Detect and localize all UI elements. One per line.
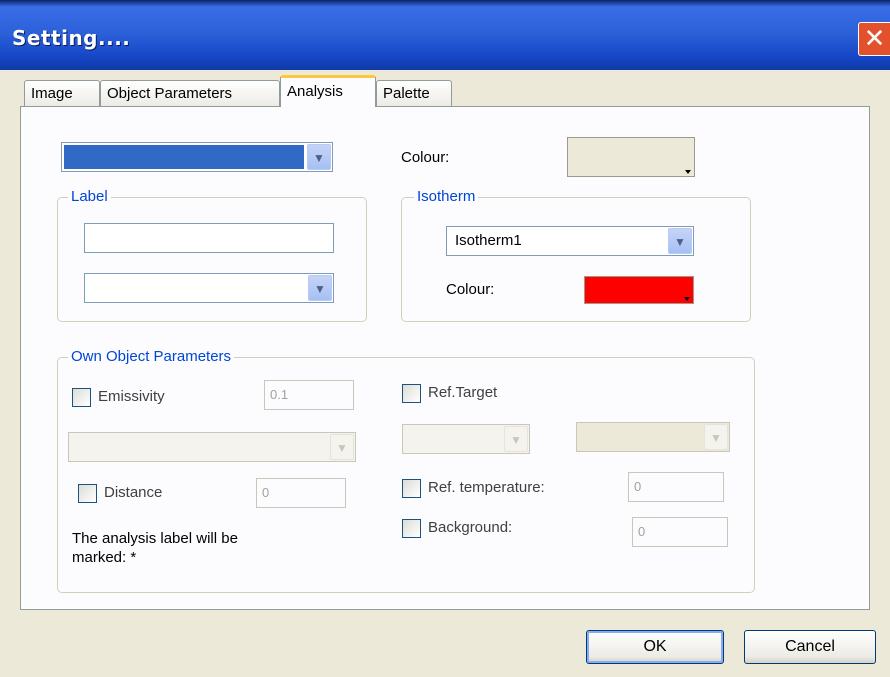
chevron-down-icon: ▼	[308, 275, 332, 301]
tab-image[interactable]: Image	[24, 80, 100, 106]
settings-dialog: Setting.... ✕ Image Object Parameters An…	[0, 0, 890, 677]
emissivity-input[interactable]: 0.1	[264, 380, 354, 410]
dropdown-arrow-icon	[685, 170, 691, 174]
label-group: Label ▼	[57, 188, 367, 322]
chevron-down-icon: ▼	[330, 434, 354, 460]
ref-target-label: Ref.Target	[428, 384, 498, 401]
analysis-panel: ▼ Colour: Label ▼ Isotherm Isotherm1 ▼ C…	[20, 106, 870, 610]
label-group-legend: Label	[68, 188, 111, 206]
analysis-note-line1: The analysis label will be	[72, 530, 238, 547]
distance-checkbox[interactable]	[78, 484, 97, 503]
chevron-down-icon: ▼	[704, 424, 728, 450]
tab-object-parameters[interactable]: Object Parameters	[100, 80, 280, 106]
emissivity-select[interactable]: ▼	[68, 432, 356, 462]
isotherm-colour-label: Colour:	[446, 281, 495, 298]
ref-temperature-value: 0	[634, 479, 642, 494]
colour-picker-button[interactable]	[567, 137, 695, 177]
ok-button[interactable]: OK	[586, 630, 724, 664]
ref-temperature-input[interactable]: 0	[628, 472, 724, 502]
ref-temperature-checkbox[interactable]	[402, 479, 421, 498]
own-params-legend: Own Object Parameters	[68, 348, 235, 366]
background-input[interactable]: 0	[632, 517, 728, 547]
close-icon: ✕	[863, 24, 886, 54]
colour-label: Colour:	[401, 149, 450, 166]
isotherm-group-legend: Isotherm	[414, 188, 479, 206]
ref-target-checkbox[interactable]	[402, 384, 421, 403]
dropdown-arrow-icon	[684, 297, 690, 301]
isotherm-colour-button[interactable]	[584, 276, 694, 304]
analysis-object-select[interactable]: ▼	[61, 142, 333, 172]
chevron-down-icon: ▼	[668, 228, 692, 254]
distance-label: Distance	[104, 484, 163, 501]
close-button[interactable]: ✕	[858, 22, 890, 56]
ref-target-select[interactable]: ▼	[402, 424, 530, 454]
selected-highlight	[64, 145, 304, 169]
chevron-down-icon: ▼	[307, 144, 331, 170]
title-bar[interactable]: Setting.... ✕	[0, 0, 890, 70]
isotherm-group: Isotherm Isotherm1 ▼ Colour:	[401, 188, 751, 322]
cancel-button[interactable]: Cancel	[744, 630, 876, 664]
isotherm-select[interactable]: Isotherm1 ▼	[446, 226, 694, 256]
tab-analysis[interactable]: Analysis	[280, 75, 376, 107]
tab-palette[interactable]: Palette	[376, 80, 452, 106]
label-select[interactable]: ▼	[84, 273, 334, 303]
window-title: Setting....	[12, 26, 131, 50]
distance-value: 0	[262, 485, 270, 500]
background-value: 0	[638, 524, 646, 539]
ref-target-secondary-select[interactable]: ▼	[576, 422, 730, 452]
emissivity-value: 0.1	[270, 387, 289, 402]
background-label: Background:	[428, 519, 513, 536]
analysis-note-line2: marked: *	[72, 549, 137, 566]
ref-temperature-label: Ref. temperature:	[428, 479, 545, 496]
label-text-input[interactable]	[84, 223, 334, 253]
chevron-down-icon: ▼	[504, 426, 528, 452]
emissivity-label: Emissivity	[98, 388, 165, 405]
emissivity-checkbox[interactable]	[72, 388, 91, 407]
background-checkbox[interactable]	[402, 519, 421, 538]
own-object-parameters-group: Own Object Parameters Emissivity 0.1 ▼ D…	[57, 348, 755, 593]
distance-input[interactable]: 0	[256, 478, 346, 508]
isotherm-select-value: Isotherm1	[455, 232, 522, 249]
